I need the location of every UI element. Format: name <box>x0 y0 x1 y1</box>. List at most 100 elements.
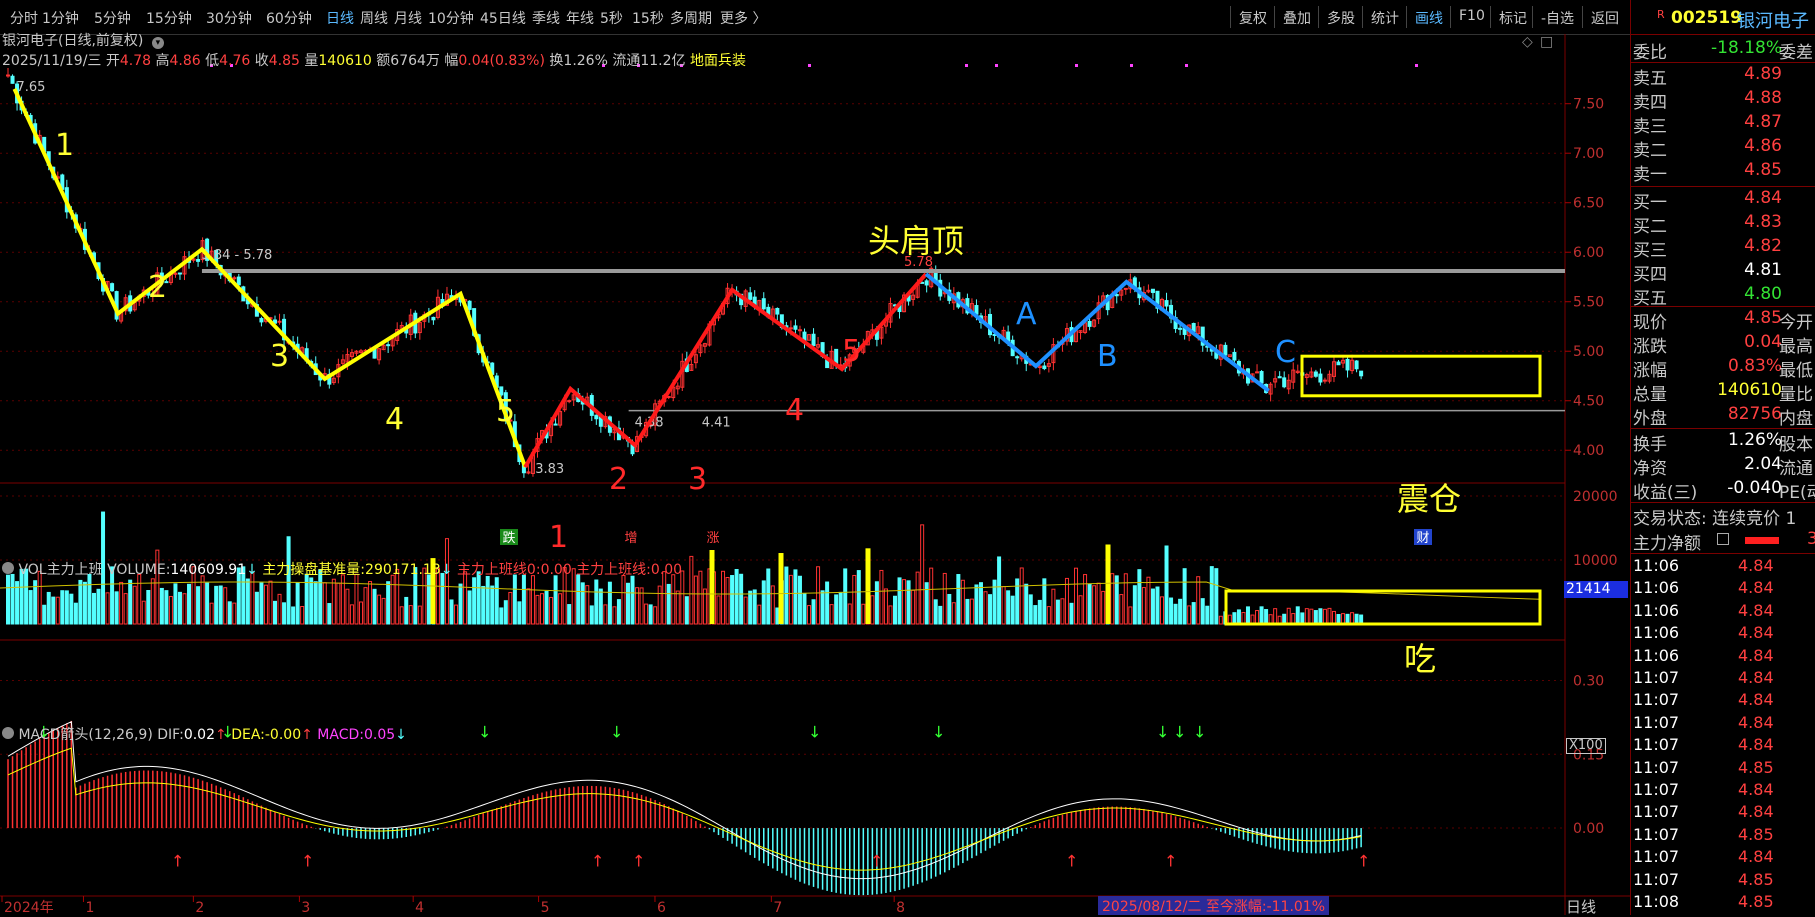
ask-row-value: 4.85 <box>1744 160 1782 180</box>
quote-panel: R 002519 银河电子 委比 -18.18% 委差 交易状态: 连续竞价 1… <box>1630 0 1815 915</box>
candle-body <box>1255 371 1260 374</box>
volume-bar <box>1255 610 1260 625</box>
price-tick-label: 4.00 <box>1573 443 1604 459</box>
toolbar-button-5[interactable]: F10 <box>1450 6 1493 28</box>
tick-row: 11:06 4.84 <box>1631 578 1815 600</box>
menu-item-8[interactable]: 月线 <box>394 8 422 28</box>
menu-item-7[interactable]: 周线 <box>360 8 388 28</box>
change-label: 幅 <box>444 53 459 69</box>
stat2-row-extra: 股本 <box>1779 435 1813 455</box>
toolbar-button-4[interactable]: 画线 <box>1406 6 1451 28</box>
base-volume-value: 290171.13 <box>365 562 441 578</box>
candle-body <box>1336 361 1341 366</box>
volume-bar <box>761 580 766 625</box>
base-volume-label: 主力操盘基准量: <box>262 562 366 578</box>
volume-label: VOLUME: <box>107 562 171 578</box>
candle-body <box>567 400 572 403</box>
volume-bar <box>1001 586 1006 625</box>
menu-item-5[interactable]: 60分钟 <box>266 8 312 28</box>
volume-bar <box>951 602 956 625</box>
volume-bar <box>716 595 721 625</box>
tick-row: 11:07 4.84 <box>1631 690 1815 712</box>
trade-status-row: 交易状态: 连续竞价 1 <box>1631 504 1815 529</box>
up-arrow-icon: ↑ <box>215 727 227 743</box>
menu-item-15[interactable]: 多周期 <box>670 8 712 28</box>
chart-area[interactable]: 4.00 4.50 5.00 5.50 6.00 6.50 7.00 7.50 10000 200… <box>0 33 1630 916</box>
macd-indicator-name[interactable]: MACD箭头(12,26,9) <box>18 727 152 743</box>
price-tick-label: 6.50 <box>1573 196 1604 212</box>
volume-bar <box>892 595 897 625</box>
price-tick-label: 6.00 <box>1573 245 1604 261</box>
toolbar-button-0[interactable]: 复权 <box>1230 6 1275 28</box>
tick-price: 4.84 <box>1738 600 1774 620</box>
volume-bar <box>1341 613 1346 625</box>
toolbar-button-1[interactable]: 叠加 <box>1274 6 1319 28</box>
volume-bar <box>282 602 287 625</box>
stat-row-value: 0.04 <box>1744 332 1782 352</box>
ask-row-label: 卖五 <box>1633 69 1667 89</box>
menu-item-3[interactable]: 15分钟 <box>146 8 192 28</box>
candle-body <box>277 320 282 323</box>
menu-item-0[interactable]: 分时 <box>10 8 38 28</box>
volume-bar <box>91 592 96 625</box>
menu-item-2[interactable]: 5分钟 <box>94 8 131 28</box>
ask-row-value: 4.88 <box>1744 88 1782 108</box>
volume-bar <box>988 594 993 625</box>
toolbar-button-3[interactable]: 统计 <box>1362 6 1407 28</box>
stat-row: 现价 4.85 今开 <box>1631 308 1815 333</box>
volume-bar <box>1205 605 1210 625</box>
menu-item-12[interactable]: 年线 <box>566 8 594 28</box>
menu-item-16[interactable]: 更多 〉 <box>720 8 766 28</box>
net-flow-row[interactable]: 主力净额 3 <box>1631 529 1815 554</box>
volume-bar <box>1060 598 1065 625</box>
tick-row: 11:07 4.85 <box>1631 758 1815 780</box>
diamond-icon[interactable]: ◇ <box>1522 34 1533 50</box>
volume-bar <box>69 593 74 625</box>
candle-body <box>553 423 558 426</box>
signal-dot <box>995 64 998 67</box>
toolbar-button-7[interactable]: -自选 <box>1532 6 1582 28</box>
menu-item-14[interactable]: 15秒 <box>632 8 664 28</box>
tick-price: 4.84 <box>1738 847 1774 867</box>
volume-bar <box>1232 612 1237 625</box>
volume-indicator-icon[interactable] <box>2 562 14 574</box>
tick-time: 11:06 <box>1633 600 1680 620</box>
volume-bar <box>336 582 341 625</box>
menu-item-13[interactable]: 5秒 <box>600 8 623 28</box>
tick-time: 11:07 <box>1633 847 1680 867</box>
stat-row-value: 4.85 <box>1744 308 1782 328</box>
volume-bar <box>1155 586 1160 625</box>
macd-label: MACD: <box>317 727 364 743</box>
chevron-down-icon[interactable]: ▾ <box>151 37 164 49</box>
high-value: 4.86 <box>169 53 201 69</box>
toolbar-button-6[interactable]: 标记 <box>1490 6 1535 28</box>
volume-bar <box>1178 598 1183 625</box>
menu-item-10[interactable]: 45日线 <box>480 8 526 28</box>
chart-icon[interactable] <box>1717 533 1729 545</box>
menu-item-9[interactable]: 10分钟 <box>428 8 474 28</box>
square-icon[interactable]: □ <box>1540 34 1553 50</box>
volume-indicator-name[interactable]: VOL主力上班 <box>18 562 102 578</box>
sector-tag[interactable]: 地面兵装 <box>690 53 746 69</box>
ask-row-label: 卖四 <box>1633 93 1667 113</box>
candle-body <box>196 259 201 262</box>
candle-body <box>834 348 839 365</box>
tick-price: 4.84 <box>1738 668 1774 687</box>
stat-row: 总量 140610 量比 <box>1631 380 1815 405</box>
red-wave-label: 4 <box>785 393 804 428</box>
kline-chart[interactable]: 4.00 4.50 5.00 5.50 6.00 6.50 7.00 7.50 10000 200… <box>0 34 1630 915</box>
volume-bar <box>1209 566 1214 625</box>
toolbar-button-2[interactable]: 多股 <box>1318 6 1363 28</box>
volume-bar <box>684 596 689 625</box>
volume-bar <box>214 585 219 625</box>
menu-item-6[interactable]: 日线 <box>326 8 354 28</box>
marker-zhang: 涨 <box>706 531 719 546</box>
turnover-label: 换 <box>549 53 564 69</box>
menu-item-11[interactable]: 季线 <box>532 8 560 28</box>
macd-indicator-icon[interactable] <box>2 727 14 739</box>
menu-item-1[interactable]: 1分钟 <box>42 8 79 28</box>
menu-item-4[interactable]: 30分钟 <box>206 8 252 28</box>
toolbar-button-8[interactable]: 返回 <box>1582 6 1627 28</box>
volume-bar <box>358 601 363 625</box>
volume-bar <box>725 577 730 625</box>
